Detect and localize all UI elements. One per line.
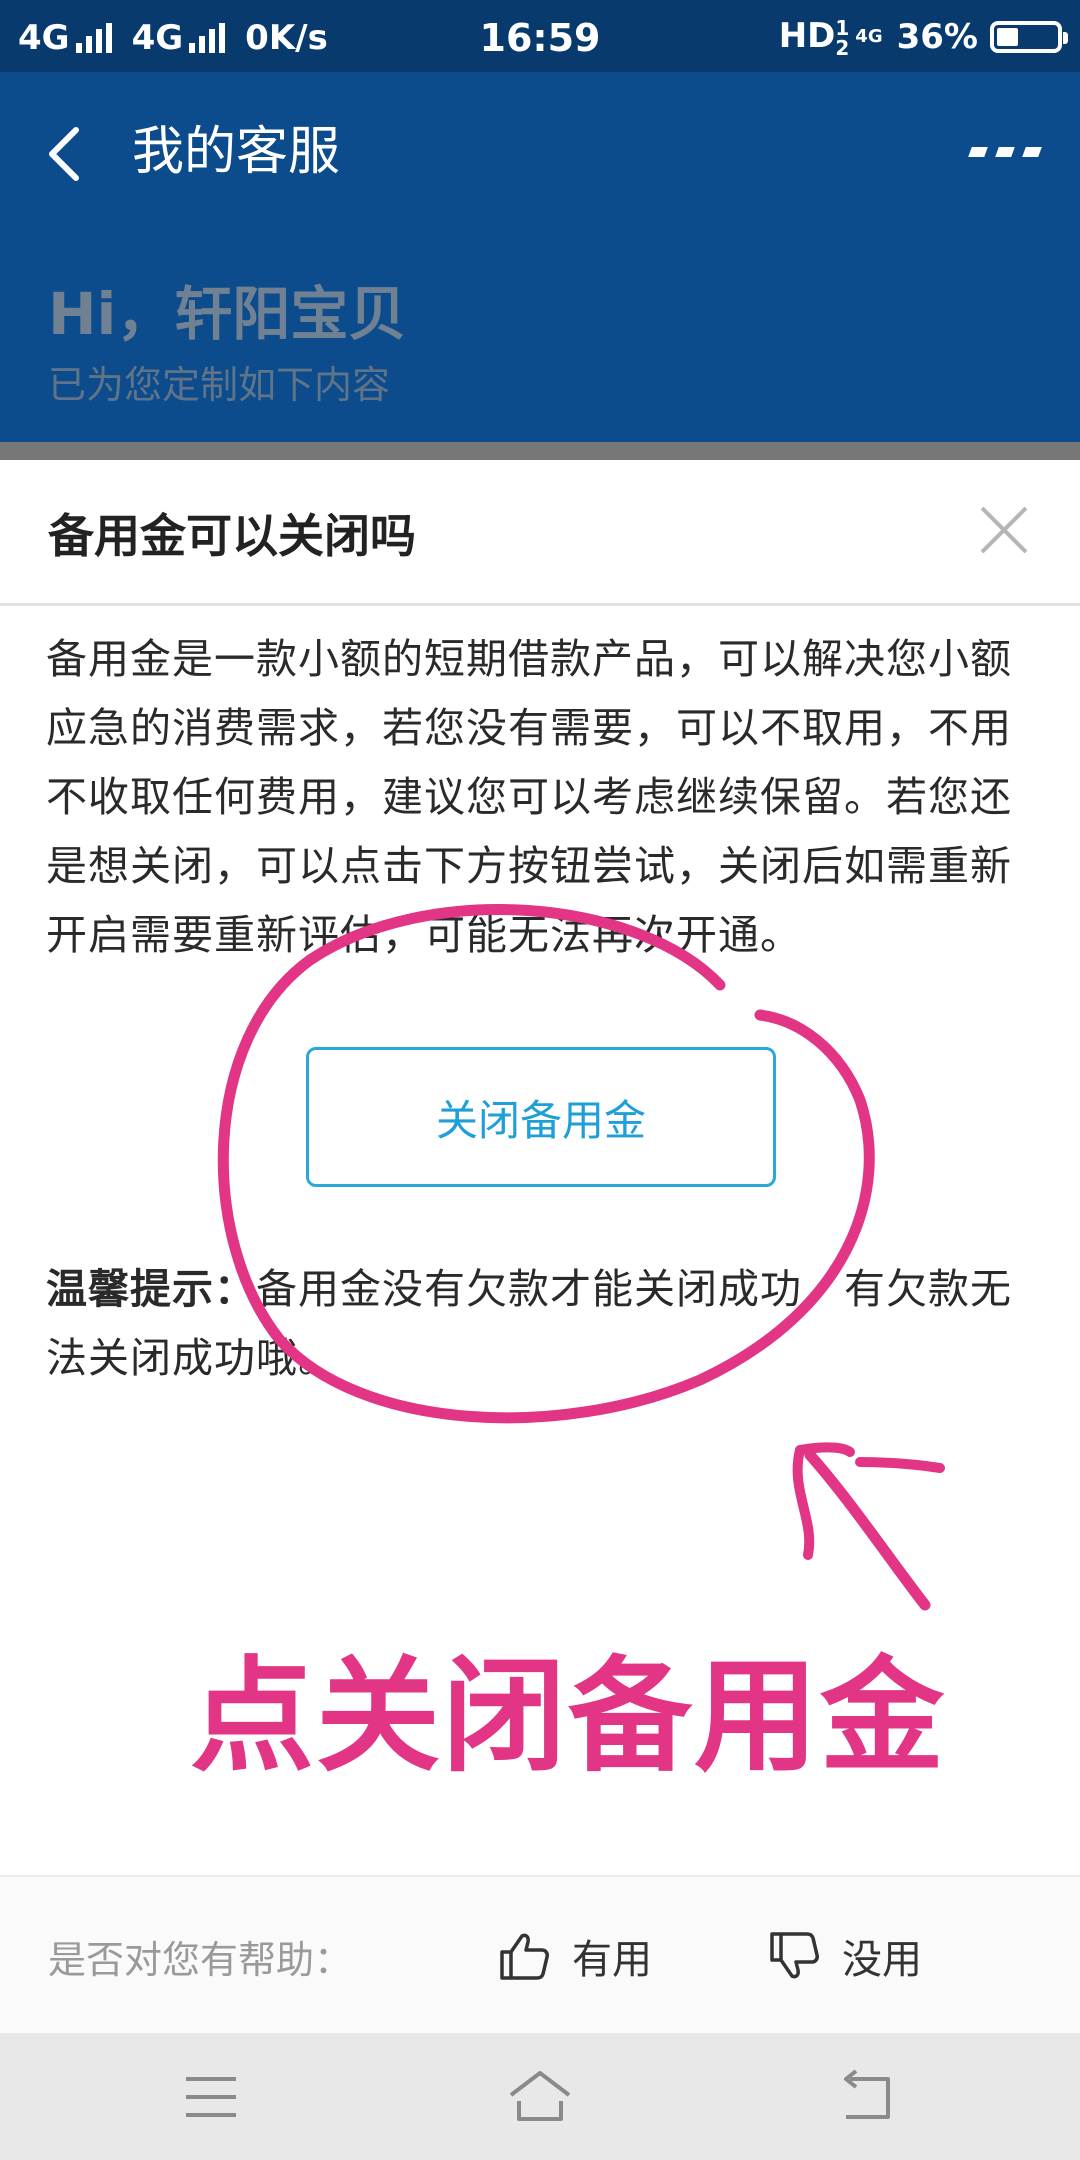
greeting-title: Hi，轩阳宝贝 [48, 280, 407, 348]
status-bar: 4G 4G 0K/s 16:59 HD 1 2 4G 36% [0, 0, 1080, 72]
status-right: HD 1 2 4G 36% [779, 16, 1068, 58]
close-button[interactable] [976, 502, 1032, 558]
feedback-question: 是否对您有帮助： [48, 1938, 353, 1982]
close-icon [980, 506, 1028, 554]
thumbs-up-icon [500, 1933, 549, 1980]
nav-menu-button[interactable] [176, 2065, 246, 2129]
battery-icon [990, 20, 1068, 53]
tip-label: 温馨提示： [46, 1265, 256, 1313]
useful-label: 有用 [572, 1937, 652, 1983]
hd-text: HD [778, 16, 836, 56]
useful-button[interactable]: 有用 [498, 1913, 652, 1999]
page-title: 我的客服 [132, 122, 341, 182]
navigation-bar [0, 2033, 1080, 2160]
nav-home-button[interactable] [505, 2065, 575, 2129]
back-button[interactable] [40, 112, 100, 192]
useless-button[interactable]: 没用 [768, 1913, 922, 1999]
thumbs-down-icon [770, 1932, 819, 1979]
battery-fill [997, 27, 1018, 46]
hd-indicator: HD 1 2 [779, 16, 850, 58]
network-small: 4G [855, 26, 883, 48]
dot [995, 147, 1015, 157]
return-icon [844, 2069, 890, 2119]
greeting-subtitle: 已为您定制如下内容 [48, 363, 391, 407]
home-icon [509, 2071, 571, 2121]
back-arrow-icon [49, 127, 79, 181]
faq-card: 备用金可以关闭吗 备用金是一款小额的短期借款产品，可以解决您小额应急的消费需求，… [0, 460, 1080, 2033]
card-title: 备用金可以关闭吗 [48, 509, 416, 563]
battery-percent: 36% [896, 16, 978, 57]
tip-text: 温馨提示：备用金没有欠款才能关闭成功，有欠款无法关闭成功哦。 [46, 1255, 1046, 1393]
hd-fraction: 12 [835, 18, 849, 58]
menu-icon [186, 2077, 236, 2117]
divider [0, 603, 1080, 606]
app-header: 我的客服 Hi，轩阳宝贝 已为您定制如下内容 [0, 72, 1080, 442]
feedback-bar: 是否对您有帮助： 有用 没用 [0, 1875, 1080, 2033]
dot [1022, 147, 1042, 157]
close-reserve-fund-button[interactable]: 关闭备用金 [306, 1047, 776, 1187]
card-body: 备用金是一款小额的短期借款产品，可以解决您小额应急的消费需求，若您没有需要，可以… [46, 635, 1012, 959]
hd-sup: 1 [835, 15, 850, 40]
more-menu-button[interactable] [968, 132, 1042, 172]
nav-back-button[interactable] [834, 2065, 904, 2129]
useless-label: 没用 [842, 1937, 922, 1983]
hd-sub: 2 [835, 35, 850, 60]
annotation-text: 点关闭备用金 [190, 1645, 947, 1789]
dot [968, 147, 988, 157]
overlay-strip [0, 442, 1080, 460]
